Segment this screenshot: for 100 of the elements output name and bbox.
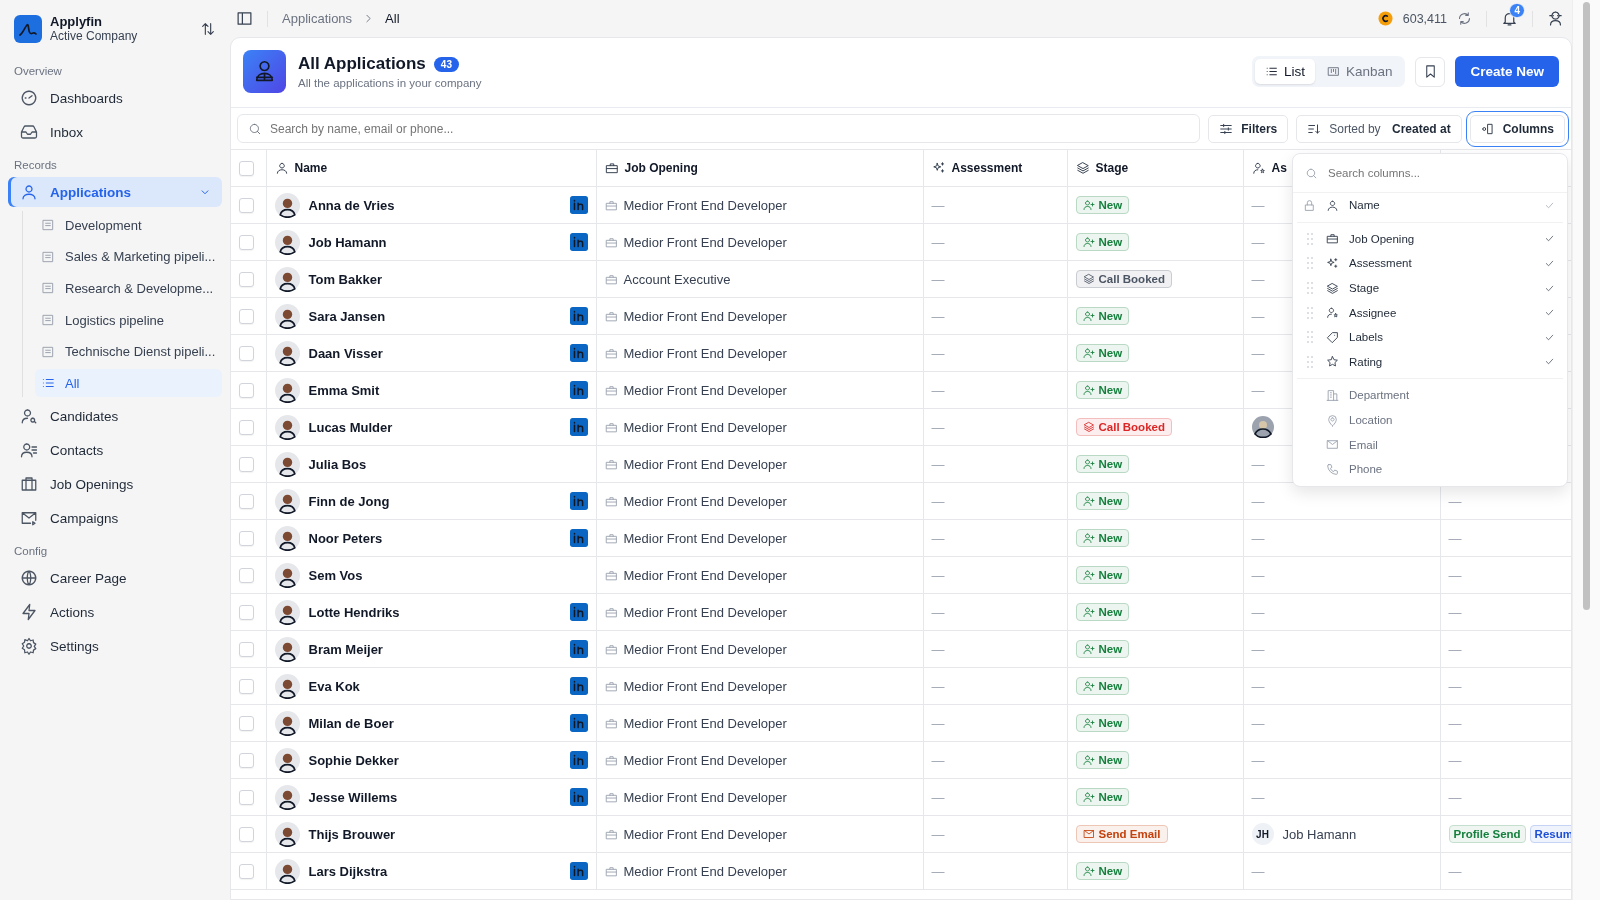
column-option[interactable]: Email [1293,432,1567,457]
column-header[interactable]: Stage [1067,150,1243,187]
view-tab[interactable]: Kanban [1316,59,1403,84]
row-checkbox[interactable] [239,530,254,546]
linkedin-icon[interactable] [569,418,588,436]
assignee-avatar[interactable] [1251,416,1274,438]
linkedin-icon[interactable] [569,492,588,510]
row-checkbox[interactable] [239,863,254,879]
sort-button[interactable]: Sorted by Created at [1296,114,1462,143]
refresh-icon[interactable] [1457,11,1472,26]
linkedin-icon[interactable] [569,307,588,325]
candidate-name[interactable]: Milan de Boer [308,715,394,731]
nav-item[interactable]: Contacts [8,435,222,466]
stage-badge[interactable]: New [1075,491,1130,510]
scrollbar[interactable] [1572,0,1600,900]
row-checkbox[interactable] [239,641,254,657]
column-option[interactable]: Stage [1293,275,1567,301]
stage-badge[interactable]: New [1075,602,1130,621]
nav-item[interactable]: Actions [8,597,222,628]
candidate-name[interactable]: Sem Vos [308,567,363,583]
row-checkbox[interactable] [239,567,254,583]
drag-handle-icon[interactable] [1305,330,1314,345]
nav-item[interactable]: Settings [8,631,222,662]
linkedin-icon[interactable] [569,233,588,251]
row-checkbox[interactable] [239,493,254,509]
linkedin-icon[interactable] [569,751,588,769]
column-option[interactable]: Location [1293,407,1567,433]
candidate-name[interactable]: Job Hamann [308,234,387,250]
candidate-name[interactable]: Sophie Dekker [308,752,399,768]
candidate-name[interactable]: Lotte Hendriks [308,604,400,620]
nav-item[interactable]: Job Openings [8,469,222,500]
column-option[interactable]: Department [1293,383,1567,408]
column-header[interactable]: Job Opening [596,150,923,187]
row-checkbox[interactable] [239,752,254,768]
linkedin-icon[interactable] [569,714,588,732]
candidate-name[interactable]: Finn de Jong [308,493,390,509]
stage-badge[interactable]: New [1075,713,1130,732]
candidate-name[interactable]: Bram Meijer [308,641,383,657]
column-option[interactable]: Name [1293,193,1567,218]
row-checkbox[interactable] [239,715,254,731]
candidate-name[interactable]: Sara Jansen [308,308,386,324]
stage-badge[interactable]: New [1075,639,1130,658]
row-checkbox[interactable] [239,789,254,805]
nav-item[interactable]: Dashboards [8,83,222,113]
linkedin-icon[interactable] [569,677,588,695]
filters-button[interactable]: Filters [1208,114,1289,143]
nav-subitem[interactable]: Sales & Marketing pipeli... [35,242,222,271]
linkedin-icon[interactable] [569,640,588,658]
stage-badge[interactable]: New [1075,343,1130,362]
drag-handle-icon[interactable] [1305,354,1314,369]
drag-handle-icon[interactable] [1305,256,1314,271]
column-header[interactable]: Name [266,150,596,187]
stage-badge[interactable]: Call Booked [1075,417,1172,436]
stage-badge[interactable]: New [1075,454,1130,473]
select-all-checkbox[interactable] [239,160,254,176]
stage-badge[interactable]: New [1075,861,1130,880]
row-checkbox[interactable] [239,419,254,435]
linkedin-icon[interactable] [569,529,588,547]
column-search-field[interactable]: Search columns... [1326,166,1555,180]
nav-item[interactable]: Career Page [8,563,222,594]
stage-badge[interactable]: New [1075,750,1130,769]
column-option[interactable]: Rating [1293,349,1567,375]
create-button[interactable]: Create New [1455,56,1559,87]
candidate-name[interactable]: Daan Visser [308,345,383,361]
linkedin-icon[interactable] [569,862,588,880]
row-checkbox[interactable] [239,604,254,620]
column-option[interactable]: Assignee [1293,300,1567,325]
candidate-name[interactable]: Noor Peters [308,530,383,546]
candidate-name[interactable]: Eva Kok [308,678,360,694]
stage-badge[interactable]: New [1075,528,1130,547]
row-checkbox[interactable] [239,826,254,842]
bookmark-button[interactable] [1415,56,1446,87]
linkedin-icon[interactable] [569,344,588,362]
column-option[interactable]: Job Opening [1293,226,1567,252]
linkedin-icon[interactable] [569,788,588,806]
nav-subitem[interactable]: All [35,369,222,398]
search-field[interactable]: Search by name, email or phone... [237,114,1201,143]
robot-icon[interactable] [1547,10,1564,27]
view-tab[interactable]: List [1254,59,1315,84]
breadcrumb-item[interactable]: Applications [282,11,353,26]
candidate-name[interactable]: Anna de Vries [308,197,395,213]
nav-item[interactable]: Candidates [8,401,222,432]
candidate-name[interactable]: Thijs Brouwer [308,826,396,842]
candidate-name[interactable]: Jesse Willems [308,789,398,805]
sidebar-toggle-icon[interactable] [236,10,253,27]
stage-badge[interactable]: New [1075,232,1130,251]
candidate-name[interactable]: Lucas Mulder [308,419,393,435]
row-checkbox[interactable] [239,308,254,324]
nav-subitem[interactable]: Logistics pipeline [35,306,222,335]
linkedin-icon[interactable] [569,196,588,214]
nav-item[interactable]: Applications [8,177,222,207]
stage-badge[interactable]: Send Email [1075,824,1168,843]
nav-item[interactable]: Campaigns [8,503,222,534]
nav-subitem[interactable]: Research & Developme... [35,274,222,303]
stage-badge[interactable]: Call Booked [1075,269,1172,288]
row-checkbox[interactable] [239,345,254,361]
drag-handle-icon[interactable] [1305,305,1314,320]
row-checkbox[interactable] [239,197,254,213]
nav-item[interactable]: Inbox [8,117,222,147]
column-option[interactable]: Assessment [1293,251,1567,276]
